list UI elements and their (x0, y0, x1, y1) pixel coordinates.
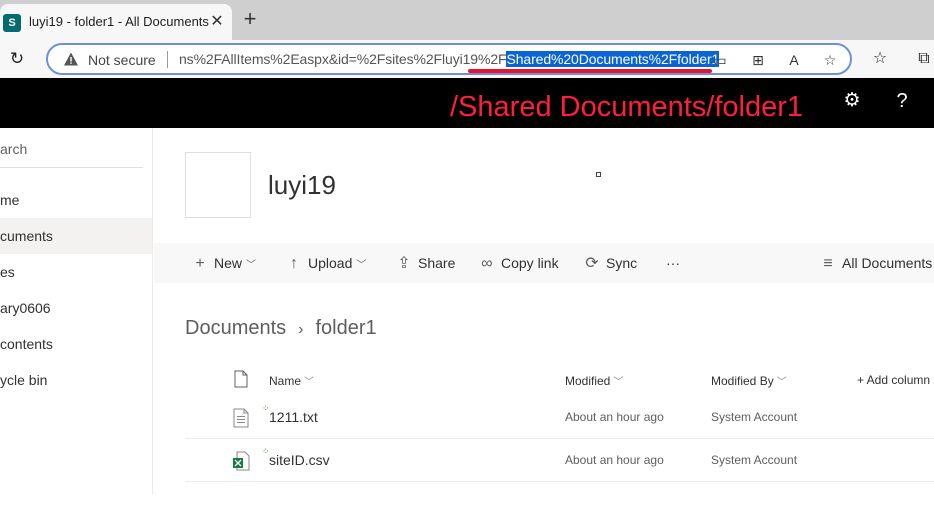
copy-link-button[interactable]: ∞ Copy link (477, 243, 559, 283)
cursor-marker (596, 172, 601, 177)
breadcrumb-separator: › (298, 321, 304, 338)
list-header: Name ﹀ Modified ﹀ Modified By ﹀ + Add colum… (185, 366, 934, 396)
new-tab-button[interactable]: + (238, 8, 262, 32)
site-logo[interactable] (185, 152, 251, 218)
help-icon[interactable]: ? (891, 90, 913, 112)
address-separator (167, 51, 168, 68)
command-bar: + New ﹀ ↑ Upload ﹀ ⇪ Share ∞ Copy link ⟳ Sync ·… (154, 243, 934, 283)
share-label: Share (418, 255, 456, 271)
share-button[interactable]: ⇪ Share (394, 243, 455, 283)
nav-divider (0, 167, 143, 168)
list-view-icon: ≡ (823, 255, 833, 272)
cast-icon[interactable]: ▭ (710, 50, 730, 70)
site-title[interactable]: luyi19 (268, 170, 336, 201)
file-modified-by[interactable]: System Account (711, 410, 797, 424)
nav-search[interactable]: arch (0, 141, 27, 157)
nav-item-recycle-bin[interactable]: ycle bin (0, 362, 152, 398)
file-name[interactable]: 1211.txt (269, 409, 318, 425)
file-type-icon[interactable] (234, 370, 248, 388)
new-button[interactable]: + New ﹀ (190, 243, 256, 283)
nav-item-home[interactable]: me (0, 182, 152, 218)
annotation-path-text: /Shared Documents/folder1 (450, 91, 804, 123)
warning-icon[interactable] (63, 51, 79, 67)
annotation-underline (468, 69, 712, 73)
new-label: New (214, 255, 243, 271)
upload-arrow-icon: ↑ (290, 255, 298, 272)
nav-item-site-contents[interactable]: contents (0, 326, 152, 362)
text-file-icon (233, 408, 249, 428)
add-column-button[interactable]: + Add column (857, 373, 930, 387)
table-row[interactable]: ⁘ siteID.csv About an hour ago System Ac… (185, 439, 934, 482)
chevron-down-icon: ﹀ (246, 260, 257, 271)
reload-icon[interactable]: ↻ (6, 48, 28, 70)
chevron-down-icon: ﹀ (356, 260, 367, 271)
url-prefix: ns%2FAllItems%2Easpx&id=%2Fsites%2Fluyi1… (179, 51, 507, 67)
settings-gear-icon[interactable]: ⚙ (841, 90, 863, 112)
tab-title: luyi19 - folder1 - All Documents (29, 14, 209, 29)
favorites-icon[interactable]: ☆ (869, 48, 891, 70)
view-switcher[interactable]: ≡ All Documents (818, 243, 932, 283)
column-header-name[interactable]: Name ﹀ (269, 373, 314, 388)
sync-label: Sync (606, 255, 638, 271)
browser-toolbar: ↻ Not secure ns%2FAllItems%2Easpx&id=%2F… (0, 40, 934, 78)
breadcrumb: Documents › folder1 (185, 317, 377, 340)
browser-tab[interactable]: S luyi19 - folder1 - All Documents ✕ (0, 4, 232, 40)
chevron-down-icon: ﹀ (776, 377, 787, 388)
chevron-down-icon: ﹀ (304, 377, 315, 388)
file-modified: About an hour ago (565, 410, 664, 424)
nav-item-pages[interactable]: es (0, 254, 152, 290)
nav-item-library0606[interactable]: ary0606 (0, 290, 152, 326)
suite-bar: /Shared Documents/folder1 ⚙ ? (0, 78, 934, 128)
link-icon: ∞ (481, 255, 493, 272)
browser-tab-strip: S luyi19 - folder1 - All Documents ✕ + (0, 0, 934, 40)
sync-button[interactable]: ⟳ Sync (582, 243, 637, 283)
chevron-down-icon: ﹀ (613, 377, 624, 388)
read-aloud-icon[interactable]: A (784, 50, 804, 70)
excel-file-icon (233, 451, 250, 471)
sync-icon: ⟳ (585, 255, 599, 272)
breadcrumb-folder1[interactable]: folder1 (315, 317, 376, 339)
address-bar[interactable]: Not secure ns%2FAllItems%2Easpx&id=%2Fsi… (46, 43, 852, 75)
file-modified: About an hour ago (565, 453, 664, 467)
upload-label: Upload (308, 255, 353, 271)
close-tab-icon[interactable]: ✕ (207, 12, 227, 32)
breadcrumb-documents[interactable]: Documents (185, 317, 286, 339)
upload-button[interactable]: ↑ Upload ﹀ (284, 243, 366, 283)
table-row[interactable]: ⁘ 1211.txt About an hour ago System Acco… (185, 396, 934, 439)
sharepoint-favicon-icon: S (3, 14, 21, 32)
column-header-modified[interactable]: Modified ﹀ (565, 373, 623, 388)
security-status[interactable]: Not secure (88, 52, 156, 68)
view-label: All Documents (842, 255, 933, 271)
file-name[interactable]: siteID.csv (269, 452, 330, 468)
file-modified-by[interactable]: System Account (711, 453, 797, 467)
collections-icon[interactable]: ⧉ (913, 48, 934, 70)
plus-icon: + (195, 255, 205, 272)
url-text[interactable]: ns%2FAllItems%2Easpx&id=%2Fsites%2Fluyi1… (179, 51, 719, 67)
favorite-add-icon[interactable]: ☆ (820, 50, 840, 70)
share-icon: ⇪ (397, 255, 411, 272)
url-selected-text: Shared%20Documents%2Ffolder1 (506, 51, 720, 67)
column-header-modified-by[interactable]: Modified By ﹀ (711, 373, 787, 388)
nav-item-documents[interactable]: cuments (0, 218, 152, 254)
apps-icon[interactable]: ⊞ (748, 50, 768, 70)
copy-link-label: Copy link (501, 255, 559, 271)
left-navigation: arch me cuments es ary0606 contents ycle… (0, 128, 153, 495)
more-commands-button[interactable]: ··· (666, 243, 680, 283)
